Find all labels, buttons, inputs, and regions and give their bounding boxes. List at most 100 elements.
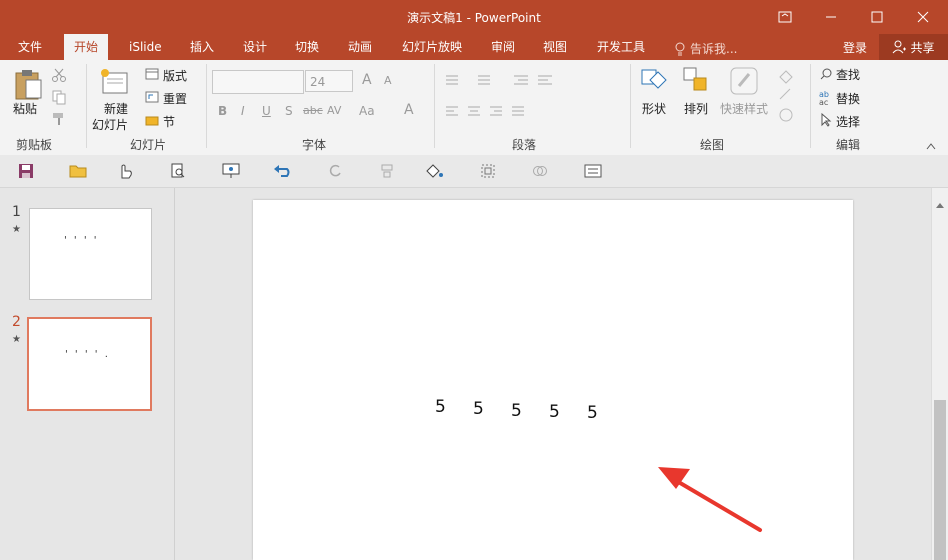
undo-button[interactable] (272, 161, 292, 181)
group-objects-button[interactable] (478, 161, 498, 181)
open-button[interactable] (68, 161, 88, 181)
minimize-button[interactable] (808, 0, 854, 34)
grow-font-button[interactable]: A (362, 72, 372, 88)
svg-text:ac: ac (819, 98, 828, 105)
close-icon (917, 11, 929, 23)
slide-thumbnail-2[interactable]: ' ' ' ' . (27, 317, 152, 411)
tab-home[interactable]: 开始 (64, 34, 109, 60)
group-divider (206, 64, 207, 148)
tab-view[interactable]: 视图 (533, 34, 577, 60)
arrange-button[interactable] (682, 66, 712, 96)
font-color-button[interactable]: A (404, 102, 414, 118)
find-button[interactable]: 查找 (836, 66, 860, 83)
redo-icon (329, 164, 341, 177)
editing-group-label: 编辑 (836, 138, 861, 152)
quick-access-toolbar (0, 155, 948, 188)
italic-button[interactable]: I (241, 104, 245, 118)
print-preview-button[interactable] (168, 161, 188, 181)
close-button[interactable] (900, 0, 946, 34)
redo-button[interactable] (325, 161, 345, 181)
strikethrough-button[interactable]: abc (303, 104, 323, 117)
shapes-icon (641, 69, 667, 89)
paint-bucket-icon (426, 164, 443, 178)
copy-icon (52, 90, 66, 105)
title-bar: 演示文稿1 - PowerPoint (0, 0, 948, 34)
slide-thumbnail-pane: 1 ★ ' ' ' ' 2 ★ ' ' ' ' . (0, 188, 175, 560)
underline-button[interactable]: U (262, 104, 271, 118)
slide-number-1: 1 (12, 204, 21, 220)
copy-button[interactable] (50, 88, 68, 106)
tell-me-box[interactable]: 告诉我... (674, 40, 737, 57)
drawing-group-label: 绘图 (700, 138, 725, 152)
image-button[interactable] (583, 161, 603, 181)
touch-mode-button[interactable] (116, 161, 136, 181)
save-button[interactable] (16, 161, 36, 181)
list-buttons[interactable] (444, 72, 564, 88)
layout-icon (144, 67, 160, 81)
undo-icon (274, 165, 290, 177)
quick-styles-button[interactable] (728, 66, 760, 96)
arrange-icon (683, 67, 707, 91)
shrink-font-button[interactable]: A (384, 74, 392, 87)
digit-text-1[interactable]: 5 (435, 397, 446, 417)
present-button[interactable] (221, 161, 241, 181)
minimize-icon (826, 16, 836, 18)
layout-button[interactable]: 版式 (163, 67, 187, 84)
shadow-button[interactable]: S (285, 104, 293, 118)
reset-button[interactable]: 重置 (163, 90, 187, 107)
paste-button[interactable] (12, 68, 44, 100)
preview-icon (171, 163, 185, 178)
group-divider (434, 64, 435, 148)
quick-styles-label: 快速样式 (720, 102, 769, 116)
digit-text-2[interactable]: 5 (473, 399, 484, 419)
format-painter-button[interactable] (50, 110, 68, 128)
cut-button[interactable] (50, 66, 68, 84)
tab-islide[interactable]: iSlide (119, 34, 172, 60)
login-link[interactable]: 登录 (843, 39, 867, 56)
shapes-button[interactable] (640, 66, 670, 96)
tab-animations[interactable]: 动画 (338, 34, 382, 60)
thumbnail-content: ' ' ' ' . (65, 349, 110, 360)
list-icon (446, 75, 552, 85)
bold-button[interactable]: B (218, 104, 227, 118)
tab-transitions[interactable]: 切换 (285, 34, 329, 60)
font-size-box[interactable]: 24 (305, 70, 353, 92)
ribbon-display-options-button[interactable] (762, 0, 808, 34)
tab-file[interactable]: 文件 (8, 34, 52, 60)
vertical-scrollbar[interactable] (931, 188, 948, 560)
merge-shapes-button[interactable] (530, 161, 550, 181)
shape-fill-button[interactable] (424, 161, 444, 181)
tab-slideshow[interactable]: 幻灯片放映 (392, 34, 472, 60)
shape-format-buttons[interactable] (775, 66, 799, 126)
maximize-button[interactable] (854, 0, 900, 34)
section-button[interactable]: 节 (163, 113, 175, 130)
tab-review[interactable]: 审阅 (481, 34, 525, 60)
animation-star-icon: ★ (12, 334, 21, 345)
tab-insert[interactable]: 插入 (180, 34, 224, 60)
new-slide-button[interactable] (98, 66, 132, 98)
scroll-up-button[interactable] (935, 194, 945, 213)
slide-thumbnail-1[interactable]: ' ' ' ' (29, 208, 152, 300)
tab-design[interactable]: 设计 (233, 34, 277, 60)
new-slide-label-1: 新建 (104, 102, 129, 116)
select-button[interactable]: 选择 (836, 113, 860, 130)
digit-text-4[interactable]: 5 (549, 402, 560, 422)
change-case-button[interactable]: Aa (359, 104, 375, 118)
font-group-label: 字体 (302, 138, 327, 152)
collapse-ribbon-button[interactable] (924, 140, 938, 152)
digit-text-5[interactable]: 5 (587, 403, 598, 423)
save-icon (19, 164, 33, 178)
new-slide-label-2: 幻灯片 (92, 118, 129, 132)
align-buttons[interactable] (444, 104, 544, 120)
digit-text-3[interactable]: 5 (511, 401, 522, 421)
tab-developer[interactable]: 开发工具 (587, 34, 655, 60)
replace-button[interactable]: 替换 (836, 90, 860, 107)
share-button[interactable]: 共享 (879, 34, 948, 60)
font-name-box[interactable] (212, 70, 304, 94)
align-objects-button[interactable] (377, 161, 397, 181)
maximize-icon (871, 11, 883, 23)
select-icon (819, 112, 833, 128)
merge-icon (533, 166, 547, 176)
char-spacing-button[interactable]: AV (327, 104, 341, 117)
scroll-thumb[interactable] (934, 400, 946, 560)
